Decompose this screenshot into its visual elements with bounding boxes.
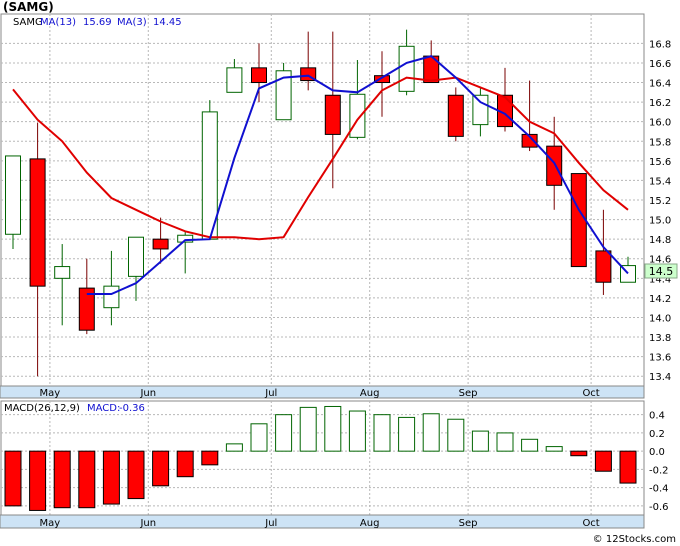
price-tick-label: 16.6: [649, 59, 671, 70]
macd-bar-negative: [53, 450, 71, 509]
macd-month-label: Jun: [139, 518, 156, 529]
price-tick-label: 15.8: [649, 137, 671, 148]
macd-bar-negative: [102, 450, 120, 505]
price-tick-label: 15.6: [649, 157, 671, 168]
macd-bar-positive: [275, 414, 293, 452]
macd-title: MACD(26,12,9): [4, 403, 80, 414]
candle-down: [447, 94, 464, 137]
macd-bar-negative: [152, 450, 170, 487]
legend-ma3-label: MA(3): [117, 17, 147, 28]
macd-tick-label: 0.4: [649, 411, 665, 422]
legend-ma3-value: 14.45: [153, 17, 182, 28]
macd-bar-negative: [4, 450, 22, 507]
macd-month-label: Oct: [582, 518, 599, 529]
macd-bar-positive: [521, 438, 539, 452]
macd-legend: MACD(26,12,9) MACD: -0.36: [4, 403, 145, 414]
candle-up: [398, 45, 415, 92]
price-tick-label: 15.0: [649, 216, 671, 227]
stock-chart: 13.413.613.814.014.214.414.614.815.015.2…: [0, 0, 680, 546]
macd-bar-positive: [422, 413, 440, 452]
price-month-label: Jun: [139, 388, 156, 399]
price-tick-label: 16.8: [649, 39, 671, 50]
candle-up: [349, 93, 366, 138]
candle-up: [472, 94, 489, 126]
candle-down: [152, 238, 169, 250]
macd-month-label: Sep: [459, 518, 478, 529]
macd-bar-positive: [373, 414, 391, 452]
candle-down: [324, 94, 341, 135]
macd-tick-label: -0.4: [649, 484, 669, 495]
price-tick-label: 15.2: [649, 196, 671, 207]
price-month-label: Aug: [360, 388, 380, 399]
candle-down: [595, 250, 612, 283]
price-month-label: Jul: [264, 388, 277, 399]
macd-bar-positive: [324, 405, 342, 452]
price-tick-label: 13.4: [649, 372, 671, 383]
candle-up: [128, 236, 144, 277]
price-tick-label: 16.0: [649, 118, 671, 129]
price-month-label: Oct: [582, 388, 599, 399]
candle-up: [103, 285, 120, 309]
macd-bar-positive: [447, 418, 465, 452]
candle-up: [5, 155, 21, 235]
macd-month-label: Jul: [264, 518, 277, 529]
legend-symbol: SAMG: [13, 17, 43, 28]
price-month-label: Sep: [459, 388, 478, 399]
macd-bar-negative: [127, 450, 145, 500]
macd-bar-positive: [250, 423, 268, 452]
price-month-label: May: [40, 388, 61, 399]
price-tick-label: 15.4: [649, 176, 671, 187]
macd-panel: [0, 400, 645, 516]
macd-bar-positive: [496, 432, 514, 452]
macd-bar-negative: [570, 450, 588, 457]
copyright-text: © 12Stocks.com: [593, 534, 676, 545]
macd-value: -0.36: [119, 403, 145, 414]
price-tick-label: 14.0: [649, 313, 671, 324]
macd-bar-positive: [471, 430, 489, 452]
macd-month-label: Aug: [360, 518, 380, 529]
candle-down: [29, 158, 46, 287]
price-tick-label: 16.4: [649, 79, 671, 90]
macd-month-label: May: [40, 518, 61, 529]
candle-up: [226, 67, 243, 93]
price-tick-label: 13.8: [649, 333, 671, 344]
macd-tick-label: -0.2: [649, 465, 669, 476]
chart-title: (SAMG): [3, 0, 54, 14]
legend-ma13-value: 15.69: [83, 17, 112, 28]
macd-bar-negative: [176, 450, 194, 478]
macd-bar-negative: [619, 450, 637, 484]
macd-bar-positive: [398, 416, 416, 452]
price-tick-label: 14.2: [649, 294, 671, 305]
candle-down: [251, 67, 267, 84]
macd-bar-positive: [299, 406, 317, 452]
price-tick-label: 16.2: [649, 98, 671, 109]
macd-bar-positive: [545, 446, 563, 452]
macd-bar-negative: [594, 450, 612, 472]
macd-tick-label: 0.2: [649, 429, 665, 440]
candle-up: [54, 266, 71, 279]
candle-down: [570, 173, 587, 268]
macd-tick-label: 0.0: [649, 447, 665, 458]
macd-label: MACD:: [87, 403, 120, 414]
macd-date-axis: [0, 514, 645, 529]
macd-bar-negative: [29, 450, 47, 511]
price-tick-label: 14.8: [649, 235, 671, 246]
price-tick-label: 13.6: [649, 353, 671, 364]
macd-bar-positive: [225, 443, 243, 452]
price-date-axis: [0, 385, 645, 399]
macd-tick-label: -0.6: [649, 502, 669, 513]
macd-bar-negative: [78, 450, 96, 509]
price-legend: SAMG MA(13) 15.69 MA(3) 14.45: [13, 17, 182, 28]
candle-down: [546, 145, 563, 186]
macd-bar-negative: [201, 450, 219, 466]
legend-ma13-label: MA(13): [40, 17, 76, 28]
macd-bar-positive: [348, 410, 366, 452]
last-price-label: 14.5: [649, 265, 674, 278]
